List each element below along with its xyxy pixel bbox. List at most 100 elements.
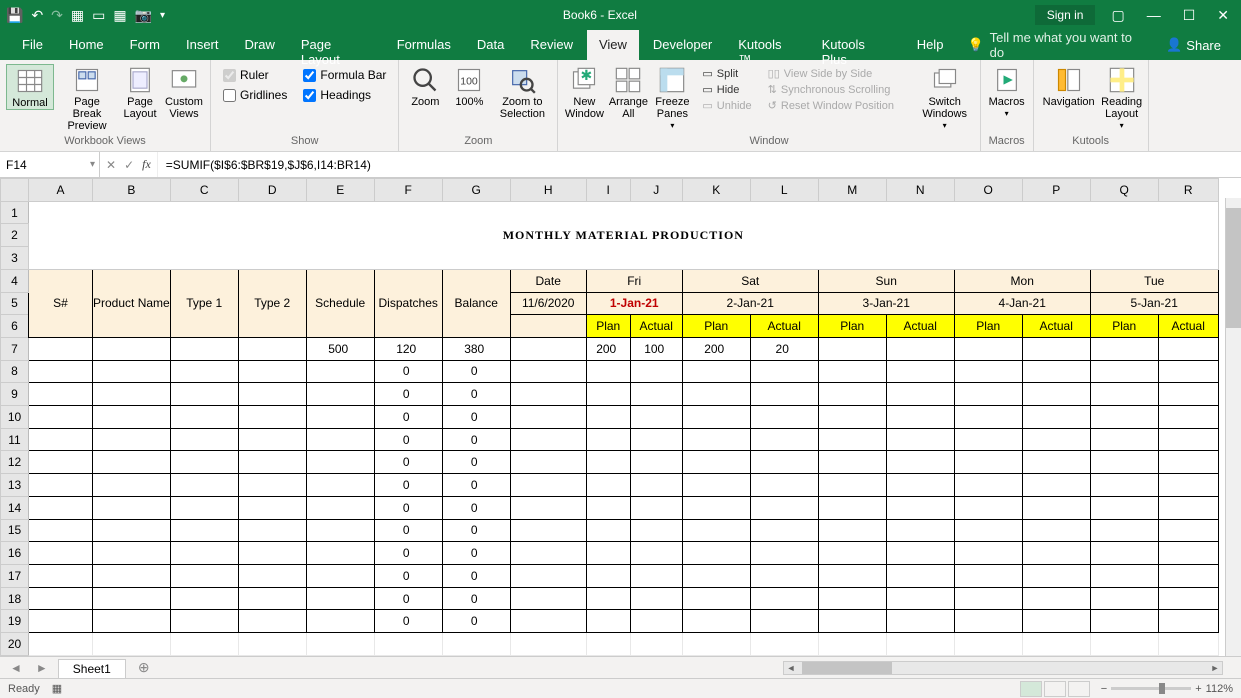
cell[interactable]: [306, 383, 374, 406]
zoom-level[interactable]: 112%: [1206, 683, 1233, 695]
cell[interactable]: [170, 519, 238, 542]
col-header-A[interactable]: A: [29, 179, 93, 202]
custom-views-button[interactable]: Custom Views: [164, 64, 204, 120]
tab-form[interactable]: Form: [118, 30, 172, 60]
cell[interactable]: [750, 633, 818, 656]
cell[interactable]: [29, 542, 93, 565]
cell[interactable]: [510, 337, 586, 360]
cell[interactable]: [586, 474, 630, 497]
col-header-O[interactable]: O: [954, 179, 1022, 202]
camera-icon[interactable]: 📷: [135, 7, 152, 24]
cell[interactable]: [510, 428, 586, 451]
cell[interactable]: [1022, 337, 1090, 360]
cell[interactable]: [586, 610, 630, 633]
cell[interactable]: 0: [442, 519, 510, 542]
cell[interactable]: [238, 610, 306, 633]
cell[interactable]: [29, 587, 93, 610]
cell[interactable]: Plan: [818, 315, 886, 338]
cell[interactable]: Dispatches: [374, 269, 442, 337]
cell[interactable]: [682, 542, 750, 565]
cell[interactable]: [306, 406, 374, 429]
cell[interactable]: [682, 406, 750, 429]
row-header-1[interactable]: 1: [1, 201, 29, 224]
col-header-M[interactable]: M: [818, 179, 886, 202]
cell[interactable]: 0: [374, 496, 442, 519]
cell[interactable]: [630, 428, 682, 451]
freeze-panes-button[interactable]: Freeze Panes▾: [652, 64, 692, 131]
cell[interactable]: 0: [374, 587, 442, 610]
cell[interactable]: [682, 474, 750, 497]
cell[interactable]: [682, 451, 750, 474]
cell[interactable]: 3-Jan-21: [818, 292, 954, 315]
cell[interactable]: [818, 451, 886, 474]
cell[interactable]: [1090, 406, 1158, 429]
cell[interactable]: [1022, 610, 1090, 633]
cell[interactable]: Plan: [1090, 315, 1158, 338]
cell[interactable]: [682, 633, 750, 656]
cell[interactable]: [1158, 542, 1218, 565]
cell[interactable]: [1090, 474, 1158, 497]
col-header-L[interactable]: L: [750, 179, 818, 202]
cell[interactable]: [238, 451, 306, 474]
cell[interactable]: [954, 633, 1022, 656]
cell[interactable]: [1022, 474, 1090, 497]
row-header-3[interactable]: 3: [1, 247, 29, 270]
cell[interactable]: [630, 360, 682, 383]
cell[interactable]: [170, 428, 238, 451]
row-header-14[interactable]: 14: [1, 496, 29, 519]
cell[interactable]: [93, 428, 171, 451]
row-header-16[interactable]: 16: [1, 542, 29, 565]
cell[interactable]: [1158, 564, 1218, 587]
tab-home[interactable]: Home: [57, 30, 116, 60]
spreadsheet[interactable]: ABCDEFGHIJKLMNOPQR1MONTHLY MATERIAL PROD…: [0, 178, 1241, 656]
switch-windows-button[interactable]: Switch Windows▾: [916, 64, 974, 131]
cell[interactable]: [630, 519, 682, 542]
cell[interactable]: [886, 610, 954, 633]
cell[interactable]: Fri: [586, 269, 682, 292]
cell[interactable]: [586, 360, 630, 383]
col-header-R[interactable]: R: [1158, 179, 1218, 202]
formula-input[interactable]: =SUMIF($I$6:$BR$19,$J$6,I14:BR14): [158, 152, 1241, 177]
col-header-E[interactable]: E: [306, 179, 374, 202]
cell[interactable]: [170, 542, 238, 565]
qat-icon[interactable]: ▦: [71, 7, 84, 24]
cell[interactable]: 0: [442, 451, 510, 474]
cell[interactable]: [1090, 542, 1158, 565]
row-header-2[interactable]: 2: [1, 224, 29, 247]
cell[interactable]: [586, 406, 630, 429]
tab-pagelayout[interactable]: Page Layout: [289, 30, 383, 60]
cell[interactable]: [238, 360, 306, 383]
cell[interactable]: [586, 564, 630, 587]
cell[interactable]: [29, 360, 93, 383]
cell[interactable]: [818, 428, 886, 451]
cell[interactable]: Actual: [1022, 315, 1090, 338]
cell[interactable]: [510, 360, 586, 383]
cell[interactable]: [1158, 406, 1218, 429]
cell[interactable]: [682, 610, 750, 633]
col-header-Q[interactable]: Q: [1090, 179, 1158, 202]
cell[interactable]: [954, 428, 1022, 451]
cell[interactable]: [954, 383, 1022, 406]
row-header-19[interactable]: 19: [1, 610, 29, 633]
cell[interactable]: [1090, 451, 1158, 474]
cell[interactable]: [818, 337, 886, 360]
cell[interactable]: [586, 633, 630, 656]
ruler-checkbox[interactable]: Ruler: [223, 68, 287, 82]
cell[interactable]: [586, 383, 630, 406]
col-header-K[interactable]: K: [682, 179, 750, 202]
cell[interactable]: [818, 564, 886, 587]
headings-checkbox[interactable]: Headings: [303, 88, 386, 102]
cell[interactable]: [238, 383, 306, 406]
cell[interactable]: [306, 633, 374, 656]
row-header-7[interactable]: 7: [1, 337, 29, 360]
view-pagelayout-icon[interactable]: [1044, 681, 1066, 697]
col-header-G[interactable]: G: [442, 179, 510, 202]
cell[interactable]: [1022, 519, 1090, 542]
cell[interactable]: [29, 406, 93, 429]
cell[interactable]: [1022, 542, 1090, 565]
cell[interactable]: [682, 587, 750, 610]
row-header-4[interactable]: 4: [1, 269, 29, 292]
cell[interactable]: 0: [442, 610, 510, 633]
cell[interactable]: [170, 587, 238, 610]
reading-layout-button[interactable]: Reading Layout▾: [1102, 64, 1142, 131]
